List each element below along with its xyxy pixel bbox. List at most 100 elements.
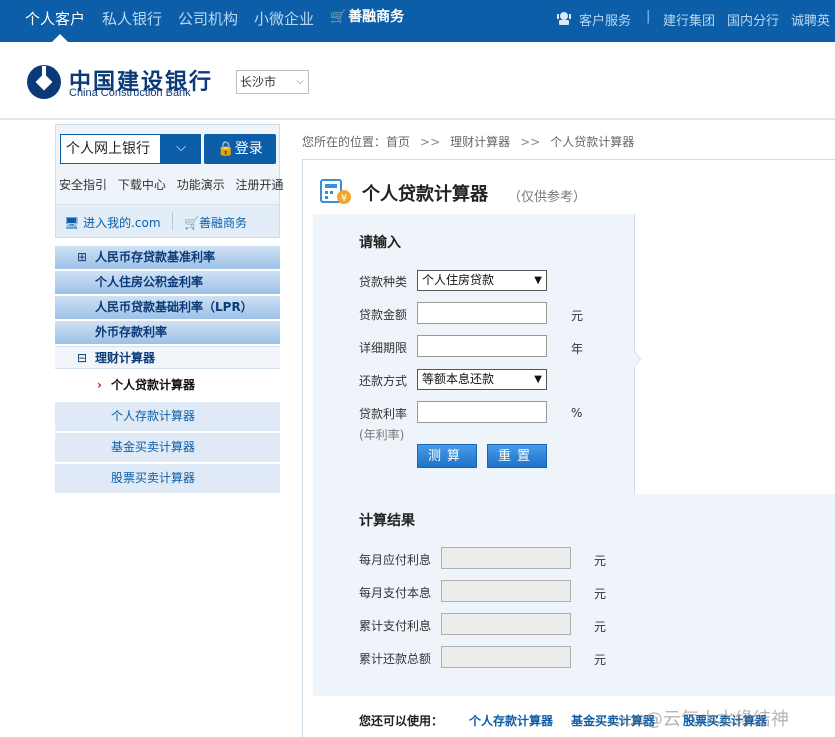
result-label-monthly-payment: 每月支付本息 — [359, 586, 432, 600]
submenu-label: 基金买卖计算器 — [111, 440, 196, 454]
result-monthly-payment-field — [441, 580, 571, 602]
calculator-icon: ¥ — [320, 179, 351, 204]
link-download-center[interactable]: 下载中心 — [118, 178, 166, 192]
nav-domestic-branches[interactable]: 国内分行 — [727, 10, 779, 29]
chevron-down-icon[interactable]: ⌵ — [161, 134, 201, 164]
login-type-select[interactable]: 个人网上银行 — [60, 134, 161, 164]
loan-term-label: 详细期限 — [359, 341, 408, 355]
result-label-total-repayment: 累计还款总额 — [359, 652, 432, 666]
page-title: 个人贷款计算器 — [362, 184, 488, 205]
login-bottom-bar: 🖥 进入我的.com 🛒善融商务 — [56, 204, 279, 237]
chevron-down-icon: ▼ — [534, 374, 542, 385]
nav-private-banking[interactable]: 私人银行 — [102, 8, 162, 29]
loan-type-value: 个人住房贷款 — [422, 273, 495, 287]
nav-ccb-group[interactable]: 建行集团 — [663, 10, 715, 29]
menu-label: 理财计算器 — [95, 351, 156, 365]
submenu-label: 个人存款计算器 — [111, 409, 196, 423]
link-feature-demo[interactable]: 功能演示 — [177, 178, 225, 192]
logo-english-name: China Construction Bank — [69, 87, 191, 99]
menu-label: 人民币贷款基础利率（LPR） — [95, 300, 253, 314]
result-unit: 元 — [594, 620, 607, 634]
menu-label: 外币存款利率 — [95, 325, 168, 339]
divider — [172, 212, 173, 230]
repayment-method-value: 等额本息还款 — [422, 372, 495, 386]
link-register[interactable]: 注册开通 — [236, 178, 284, 192]
city-select[interactable]: 长沙市 ⌵ — [236, 70, 309, 94]
result-section-title: 计算结果 — [359, 513, 415, 529]
loan-rate-input[interactable] — [417, 401, 547, 423]
lock-icon: 🔒 — [217, 141, 235, 157]
reset-button[interactable]: 重置 — [487, 444, 547, 468]
menu-label: 个人住房公积金利率 — [95, 275, 204, 289]
menu-housing-fund-rates[interactable]: 个人住房公积金利率 — [55, 271, 280, 294]
calculate-button[interactable]: 测算 — [417, 444, 477, 468]
loan-rate-label: 贷款利率 — [359, 407, 408, 421]
result-label-monthly-interest: 每月应付利息 — [359, 553, 432, 567]
page-subtitle: （仅供参考） — [508, 190, 587, 205]
menu-foreign-currency-rates[interactable]: 外币存款利率 — [55, 321, 280, 344]
loan-type-select[interactable]: 个人住房贷款 ▼ — [417, 270, 547, 291]
customer-service-icon — [557, 12, 571, 25]
nav-shanrong-label: 善融商务 — [348, 9, 405, 25]
nav-separator: | — [646, 9, 651, 24]
menu-rmb-deposit-loan-rates[interactable]: ⊞ 人民币存贷款基准利率 — [55, 246, 280, 269]
nav-corporate[interactable]: 公司机构 — [178, 8, 238, 29]
result-unit: 元 — [594, 554, 607, 568]
submenu-label: 个人贷款计算器 — [111, 378, 196, 392]
loan-term-input[interactable] — [417, 335, 547, 357]
site-header: 中国建设银行 China Construction Bank 长沙市 ⌵ — [0, 42, 835, 120]
nav-shanrong-link[interactable]: 🛒 善融商务 — [330, 6, 404, 26]
submenu-label: 股票买卖计算器 — [111, 471, 196, 485]
chevron-down-icon: ⌵ — [296, 76, 304, 87]
ccb-logo-icon[interactable] — [26, 64, 62, 100]
expand-icon: ⊞ — [77, 250, 88, 264]
nav-customer-service[interactable]: 客户服务 — [579, 10, 631, 29]
footer-link-deposit-calculator[interactable]: 个人存款计算器 — [469, 712, 553, 729]
result-label-total-interest: 累计支付利息 — [359, 619, 432, 633]
nav-careers[interactable]: 诚聘英 — [791, 10, 830, 29]
repayment-method-select[interactable]: 等额本息还款 ▼ — [417, 369, 547, 390]
loan-amount-unit: 元 — [571, 309, 584, 323]
login-panel: 个人网上银行 ⌵ 🔒登录 安全指引 下载中心 功能演示 注册开通 🖥 进入我的.… — [55, 124, 284, 238]
loan-rate-unit: % — [571, 406, 583, 420]
svg-text:¥: ¥ — [341, 193, 347, 204]
breadcrumb-current: 个人贷款计算器 — [550, 135, 635, 149]
submenu-personal-deposit-calculator[interactable]: 个人存款计算器 — [55, 402, 280, 431]
loan-type-label: 贷款种类 — [359, 275, 408, 289]
breadcrumb: 您所在的位置：首页 >> 理财计算器 >> 个人贷款计算器 — [302, 133, 634, 150]
enter-mine-label: 进入我的.com — [83, 216, 161, 230]
loan-amount-input[interactable] — [417, 302, 547, 324]
breadcrumb-prefix: 您所在的位置： — [302, 135, 387, 149]
nav-small-business[interactable]: 小微企业 — [254, 8, 314, 29]
menu-financial-calculators[interactable]: ⊟ 理财计算器 — [55, 346, 280, 369]
watermark-text: @云气小水缘结神 — [644, 709, 789, 730]
collapse-icon: ⊟ — [77, 351, 88, 365]
top-navigation-bar: 个人客户 私人银行 公司机构 小微企业 🛒 善融商务 客户服务 | 建行集团 国内… — [0, 0, 835, 42]
result-total-repayment-field — [441, 646, 571, 668]
login-quick-links: 安全指引 下载中心 功能演示 注册开通 — [59, 176, 284, 193]
sidebar-menu: ⊞ 人民币存贷款基准利率 个人住房公积金利率 人民币贷款基础利率（LPR） 外币… — [55, 246, 280, 495]
city-select-value: 长沙市 — [240, 75, 277, 89]
also-use-label: 您还可以使用： — [359, 714, 444, 728]
shanrong-label: 善融商务 — [198, 216, 247, 230]
chevron-down-icon: ▼ — [534, 275, 542, 286]
menu-lpr-rates[interactable]: 人民币贷款基础利率（LPR） — [55, 296, 280, 319]
enter-mine-link[interactable]: 🖥 进入我的.com — [64, 214, 161, 231]
shanrong-link[interactable]: 🛒善融商务 — [184, 214, 247, 231]
loan-amount-label: 贷款金额 — [359, 308, 408, 322]
input-section-title: 请输入 — [359, 235, 401, 251]
submenu-stock-calculator[interactable]: 股票买卖计算器 — [55, 464, 280, 493]
breadcrumb-home[interactable]: 首页 — [386, 135, 410, 149]
result-total-interest-field — [441, 613, 571, 635]
csdn-watermark: CSDN@云气小水缘结神 — [608, 705, 789, 731]
cart-icon: 🛒 — [184, 216, 199, 230]
login-button[interactable]: 🔒登录 — [204, 134, 276, 164]
nav-personal-customers[interactable]: 个人客户 — [25, 8, 85, 29]
breadcrumb-calculators[interactable]: 理财计算器 — [450, 135, 510, 149]
submenu-fund-calculator[interactable]: 基金买卖计算器 — [55, 433, 280, 462]
link-security-guide[interactable]: 安全指引 — [59, 178, 107, 192]
submenu-personal-loan-calculator[interactable]: › 个人贷款计算器 — [55, 371, 280, 400]
active-nav-caret — [52, 34, 68, 42]
loan-rate-sublabel: (年利率) — [359, 428, 405, 442]
chevron-right-icon: › — [97, 378, 102, 392]
